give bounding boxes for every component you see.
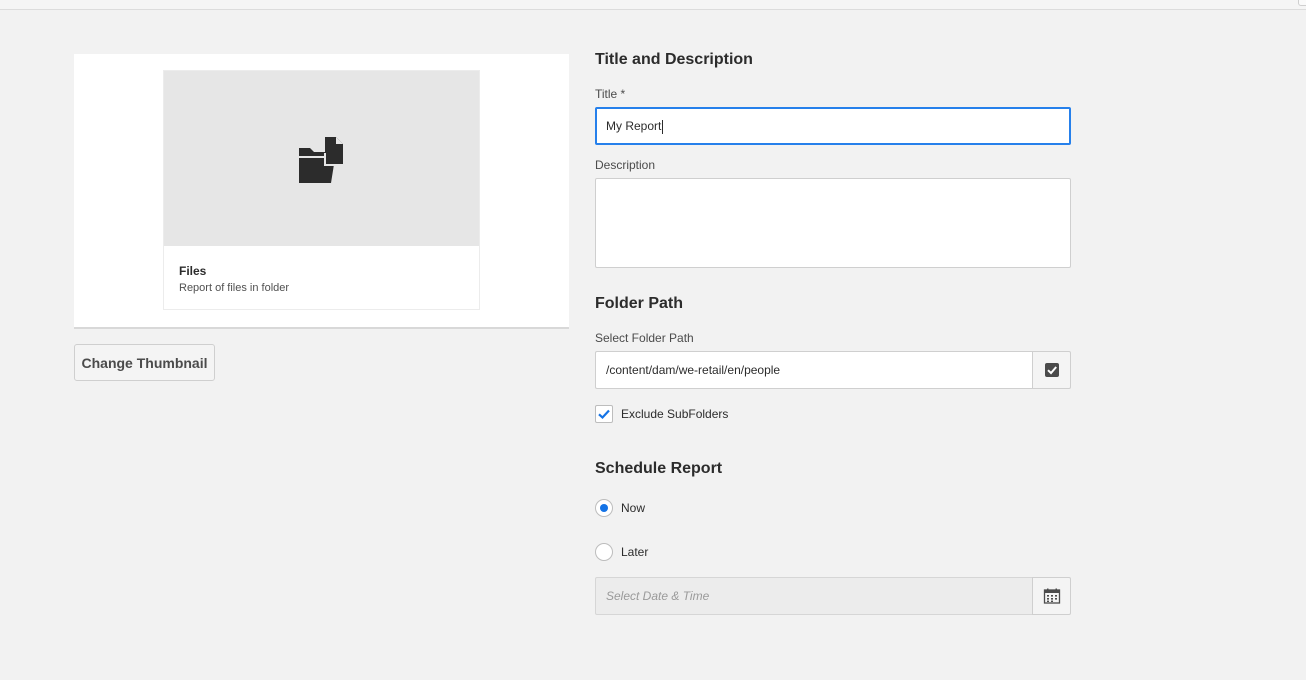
tile-title: Files xyxy=(179,264,207,278)
title-input-value: My Report xyxy=(606,119,662,133)
title-description-heading: Title and Description xyxy=(595,51,753,68)
folder-path-heading: Folder Path xyxy=(595,295,684,312)
folder-path-input[interactable]: /content/dam/we-retail/en/people xyxy=(595,351,1032,389)
radio-later[interactable] xyxy=(595,543,613,561)
top-bar xyxy=(0,0,1306,10)
checkbox-picker-icon xyxy=(1044,363,1059,377)
thumbnail-card: Files Report of files in folder xyxy=(74,54,569,329)
radio-now[interactable] xyxy=(595,499,613,517)
calendar-icon xyxy=(1043,588,1060,604)
radio-now-label: Now xyxy=(621,501,646,515)
exclude-subfolders-label: Exclude SubFolders xyxy=(621,407,729,421)
radio-later-label: Later xyxy=(621,545,649,559)
tile-subtitle: Report of files in folder xyxy=(179,282,290,294)
folder-file-icon xyxy=(299,137,343,183)
datetime-input[interactable]: Select Date & Time xyxy=(595,577,1032,615)
select-folder-path-label: Select Folder Path xyxy=(595,331,694,345)
thumbnail-preview xyxy=(164,71,479,246)
schedule-report-heading: Schedule Report xyxy=(595,460,723,477)
title-label: Title * xyxy=(595,87,626,101)
calendar-button[interactable] xyxy=(1032,577,1071,615)
description-label: Description xyxy=(595,158,656,172)
exclude-subfolders-checkbox[interactable] xyxy=(595,405,613,423)
report-type-tile: Files Report of files in folder xyxy=(163,70,480,310)
description-textarea[interactable] xyxy=(595,178,1071,268)
checkmark-icon xyxy=(598,409,610,420)
title-input[interactable]: My Report xyxy=(595,107,1071,145)
top-bar-corner xyxy=(1298,0,1306,6)
folder-picker-button[interactable] xyxy=(1032,351,1071,389)
change-thumbnail-button[interactable]: Change Thumbnail xyxy=(74,344,215,381)
radio-now-selected-dot xyxy=(600,504,608,512)
text-caret xyxy=(662,119,664,134)
